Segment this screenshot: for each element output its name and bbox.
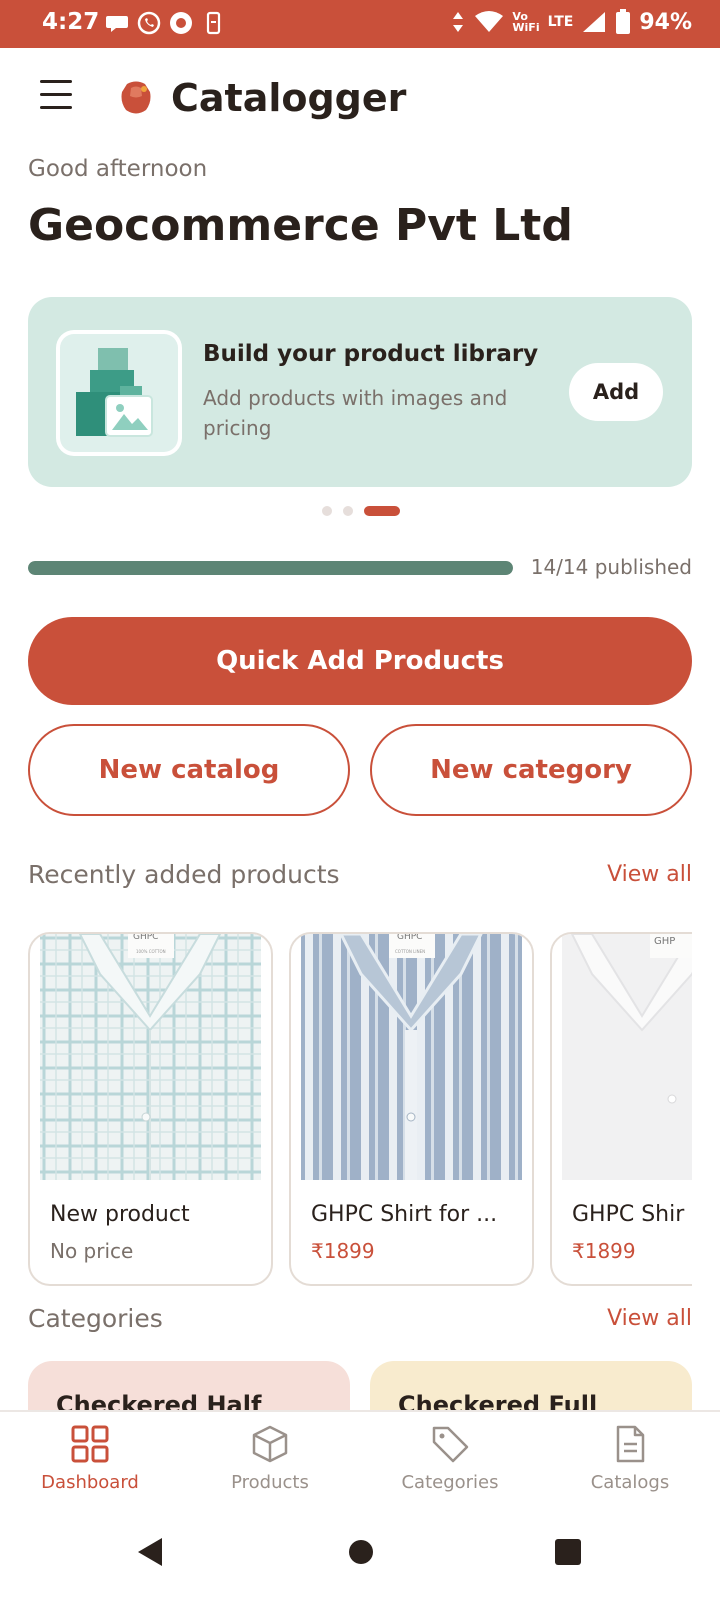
- new-category-button[interactable]: New category: [370, 724, 692, 816]
- product-price: No price: [50, 1239, 134, 1263]
- nav-products[interactable]: Products: [180, 1412, 360, 1512]
- categories-view-all[interactable]: View all: [607, 1306, 692, 1331]
- nav-dashboard[interactable]: Dashboard: [0, 1412, 180, 1512]
- volte-indicator: Vo WiFi: [512, 11, 539, 33]
- boxes-image-icon: [76, 348, 153, 437]
- nav-label: Products: [231, 1472, 309, 1493]
- promo-add-button[interactable]: Add: [569, 363, 663, 421]
- quick-add-products-button[interactable]: Quick Add Products: [28, 617, 692, 705]
- product-card[interactable]: GHPC 100% COTTON New product No price: [28, 932, 273, 1286]
- battery-icon: [616, 9, 631, 34]
- product-library-illustration: [56, 330, 182, 456]
- notification-icons: [104, 10, 226, 36]
- product-name: New product: [50, 1202, 190, 1227]
- product-card[interactable]: GHP GHPC Shir ₹1899: [550, 932, 692, 1286]
- bottom-navigation: Dashboard Products Categories Catalogs: [0, 1410, 720, 1512]
- lte-label: LTE: [547, 14, 574, 30]
- app-title: Catalogger: [171, 76, 407, 120]
- product-image: GHP: [562, 934, 692, 1180]
- phone-notification-icon: [206, 11, 221, 35]
- svg-text:GHPC: GHPC: [397, 934, 422, 942]
- wifi-icon: [475, 11, 504, 32]
- product-image: GHPC COTTON LINEN: [301, 934, 522, 1180]
- product-name: GHPC Shir: [572, 1202, 685, 1227]
- product-image: GHPC 100% COTTON: [40, 934, 261, 1180]
- recents-icon[interactable]: [554, 1536, 582, 1568]
- promo-card[interactable]: Build your product library Add products …: [28, 297, 692, 487]
- nav-label: Dashboard: [41, 1472, 139, 1493]
- box-icon: [252, 1425, 288, 1463]
- categories-title: Categories: [28, 1304, 163, 1333]
- document-icon: [616, 1425, 645, 1463]
- status-bar: 4:27 Vo WiFi LTE 94%: [0, 0, 720, 48]
- dashboard-grid-icon: [71, 1425, 109, 1463]
- menu-button[interactable]: [40, 80, 80, 114]
- signal-icon: [583, 12, 606, 32]
- battery-percent: 94%: [639, 9, 692, 35]
- nav-catalogs[interactable]: Catalogs: [540, 1412, 720, 1512]
- promo-subtitle: Add products with images and pricing: [203, 386, 508, 440]
- tag-icon: [432, 1426, 469, 1463]
- publish-progress-label: 14/14 published: [530, 555, 692, 579]
- whatsapp-icon: [137, 11, 161, 35]
- greeting-text: Good afternoon: [28, 156, 208, 182]
- carousel-dot[interactable]: [322, 506, 332, 516]
- system-navigation-bar: [0, 1512, 720, 1600]
- product-name: GHPC Shirt for ...: [311, 1202, 498, 1227]
- menu-icon-line: [40, 80, 72, 83]
- svg-text:GHPC: GHPC: [133, 934, 158, 942]
- svg-text:COTTON LINEN: COTTON LINEN: [395, 949, 425, 954]
- publish-progress-bar: [28, 561, 513, 575]
- product-price: ₹1899: [572, 1239, 636, 1263]
- wifi-label: WiFi: [512, 21, 540, 34]
- menu-icon-line: [40, 93, 72, 96]
- company-name: Geocommerce Pvt Ltd: [28, 200, 573, 251]
- product-card[interactable]: GHPC COTTON LINEN GHPC Shirt for ... ₹18…: [289, 932, 534, 1286]
- catalogger-logo-icon: [121, 81, 151, 114]
- status-right: Vo WiFi LTE 94%: [450, 9, 692, 35]
- nav-categories[interactable]: Categories: [360, 1412, 540, 1512]
- carousel-dot-active[interactable]: [364, 506, 400, 516]
- svg-text:GHP: GHP: [654, 936, 675, 947]
- nav-label: Catalogs: [590, 1472, 670, 1493]
- menu-icon-line: [40, 106, 72, 109]
- publish-progress-fill: [28, 561, 513, 575]
- home-icon[interactable]: [348, 1536, 374, 1568]
- svg-text:100% COTTON: 100% COTTON: [136, 949, 166, 954]
- carousel-dot[interactable]: [343, 506, 353, 516]
- promo-title: Build your product library: [203, 341, 539, 367]
- carousel-indicator: [322, 506, 400, 516]
- new-catalog-button[interactable]: New catalog: [28, 724, 350, 816]
- recent-products-title: Recently added products: [28, 860, 340, 889]
- back-icon[interactable]: [136, 1536, 164, 1568]
- app-header: Catalogger: [0, 48, 720, 148]
- data-arrows-icon: [453, 12, 464, 32]
- product-price: ₹1899: [311, 1239, 375, 1263]
- nav-label: Categories: [401, 1472, 499, 1493]
- app-notification-icon: [170, 12, 192, 34]
- chat-bubble-icon: [106, 16, 128, 32]
- status-time: 4:27: [42, 9, 100, 35]
- recent-products-view-all[interactable]: View all: [607, 862, 692, 887]
- recent-products-list: GHPC 100% COTTON New product No price GH…: [28, 932, 692, 1288]
